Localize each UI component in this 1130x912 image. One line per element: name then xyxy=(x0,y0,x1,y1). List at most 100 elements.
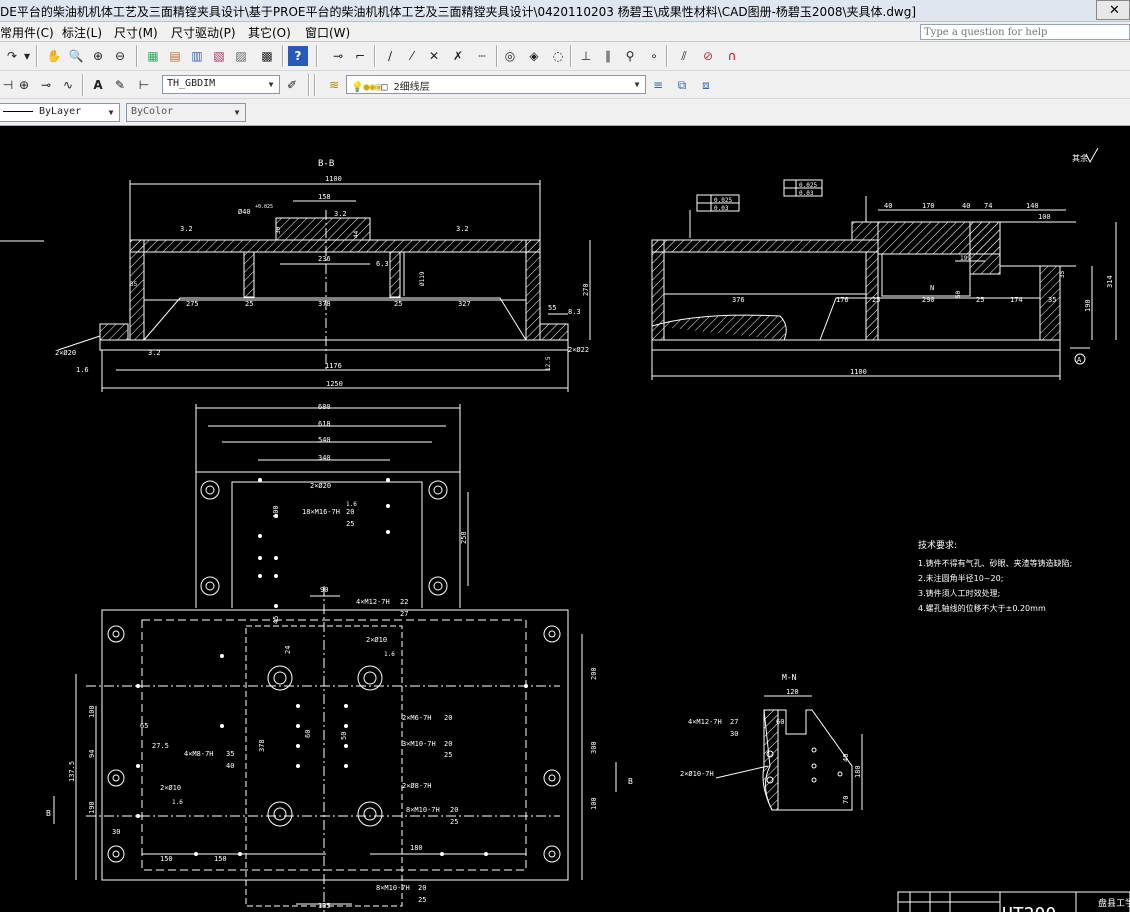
technical-requirements: 技术要求: 1.铸件不得有气孔、砂眼、夹渣等铸造缺陷; 2.未注圆角半径10~2… xyxy=(918,539,1072,613)
snap-nearest-icon[interactable]: ⫽ xyxy=(674,46,694,66)
dim-center-icon[interactable]: ⊕ xyxy=(14,75,34,95)
menu-window[interactable]: 窗口(W) xyxy=(305,24,350,41)
pan-icon[interactable]: ✋ xyxy=(44,46,64,66)
dim-100: 100 xyxy=(1038,213,1051,221)
dim-update-icon[interactable]: ⊢ xyxy=(134,75,154,95)
design-center-icon[interactable]: ▤ xyxy=(165,46,185,66)
dim-25-c-plan: 25 xyxy=(450,818,458,826)
redo-icon[interactable]: ↷ xyxy=(2,46,22,66)
snap-intersection-icon[interactable]: ∕ xyxy=(380,46,400,66)
menu-other[interactable]: 其它(O) xyxy=(248,24,291,41)
osnap-settings-icon[interactable]: ∩ xyxy=(722,46,742,66)
dim-25-c: 25 xyxy=(872,296,880,304)
snap-insert-icon[interactable]: ⚲ xyxy=(620,46,640,66)
snap-cross-icon[interactable]: ✕ xyxy=(424,46,444,66)
snap-apparent-icon[interactable]: ⁄ xyxy=(402,46,422,66)
dim-2x20: 2×Ø20 xyxy=(55,349,76,357)
dim-1250: 1250 xyxy=(326,380,343,388)
layer-states-icon[interactable]: ⧈ xyxy=(696,75,716,95)
dim-275: 275 xyxy=(186,300,199,308)
dim-40-b: 40 xyxy=(962,202,970,210)
snap-extension-icon[interactable]: ✗ xyxy=(448,46,468,66)
layer-make-current-icon[interactable]: ⧉ xyxy=(672,75,692,95)
snap-quadrant-icon[interactable]: ◈ xyxy=(524,46,544,66)
properties-icon[interactable]: ▦ xyxy=(143,46,163,66)
dimstyle-select[interactable]: TH_GBDIM ▼ xyxy=(162,75,280,94)
linetype-select[interactable]: ByLayer ▼ xyxy=(0,103,120,122)
markup-icon[interactable]: ▨ xyxy=(231,46,251,66)
dim-4m12: 4×M12-7H xyxy=(356,598,390,606)
tolerance-0-03-a: 0.03 xyxy=(714,205,729,212)
menu-dimension-driven[interactable]: 尺寸驱动(P) xyxy=(171,24,236,41)
dim-20-plan: 20 xyxy=(346,508,354,516)
zoom-window-icon[interactable]: ⊕ xyxy=(88,46,108,66)
snap-perpendicular-icon[interactable]: ⊥ xyxy=(576,46,596,66)
layer-previous-icon[interactable]: ≡ xyxy=(648,75,668,95)
section-label-mn: M-N xyxy=(782,673,797,682)
dim-edit-text-icon[interactable]: A xyxy=(88,75,108,95)
snap-center-icon[interactable]: ◎ xyxy=(500,46,520,66)
snap-node-icon[interactable]: ∘ xyxy=(644,46,664,66)
snap-dash-icon[interactable]: ┄ xyxy=(472,46,492,66)
dim-540: 540 xyxy=(318,436,331,444)
dim-break-icon[interactable]: ∿ xyxy=(58,75,78,95)
dim-340: 340 xyxy=(318,454,331,462)
snap-tangent-icon[interactable]: ◌ xyxy=(548,46,568,66)
dim-180-mn: 180 xyxy=(854,765,862,778)
dim-40-mn: 40 xyxy=(842,754,850,762)
dim-2x10-mn: 2×Ø10-7H xyxy=(680,770,714,778)
dim-25-d: 25 xyxy=(976,296,984,304)
tech-req-heading: 技术要求: xyxy=(918,539,957,551)
dim-45: 45 xyxy=(272,616,280,624)
help-icon[interactable]: ? xyxy=(288,46,308,66)
dimstyle-manager-icon[interactable]: ✐ xyxy=(282,75,302,95)
layer-manager-icon[interactable]: ≋ xyxy=(324,75,344,95)
dim-300: 300 xyxy=(590,741,598,754)
dim-30: 30 xyxy=(275,226,282,234)
tool-palette-icon[interactable]: ▥ xyxy=(187,46,207,66)
dim-27: 27 xyxy=(400,610,408,618)
dim-174: 174 xyxy=(1010,296,1023,304)
dim-20-b: 20 xyxy=(444,714,452,722)
close-button[interactable]: ✕ xyxy=(1096,0,1130,20)
dim-8m10-b: 8×M10-7H xyxy=(376,884,410,892)
roughness-3-2-a: 3.2 xyxy=(180,225,193,233)
dim-327: 327 xyxy=(458,300,471,308)
dim-4m8: 4×M8-7H xyxy=(184,750,214,758)
snap-none-icon[interactable]: ⊘ xyxy=(698,46,718,66)
dim-100-plan: 100 xyxy=(590,797,598,810)
dim-376: 376 xyxy=(732,296,745,304)
dim-35: 35 xyxy=(1059,270,1066,278)
snap-parallel-icon[interactable]: ∥ xyxy=(598,46,618,66)
properties-toolbar: ByLayer ▼ ByColor ▼ xyxy=(0,99,1130,126)
zoom-realtime-icon[interactable]: 🔍 xyxy=(66,46,86,66)
dim-378: 378 xyxy=(318,300,331,308)
menu-annotate[interactable]: 标注(L) xyxy=(62,24,102,41)
roughness-3-2-c: 3.2 xyxy=(456,225,469,233)
snap-endpoint-icon[interactable]: ⊸ xyxy=(328,46,348,66)
menu-dimension[interactable]: 尺寸(M) xyxy=(114,24,158,41)
drawing-canvas[interactable]: B-B 1100 158 Ø40 +0.025 3.2 3.2 3.2 236 … xyxy=(0,126,1130,912)
dim-74: 74 xyxy=(984,202,992,210)
zoom-previous-icon[interactable]: ⊖ xyxy=(110,46,130,66)
dim-150-b: 150 xyxy=(214,855,227,863)
dim-40-a: 40 xyxy=(884,202,892,210)
dim-tedit-icon[interactable]: ✎ xyxy=(110,75,130,95)
layer-select[interactable]: 💡●◉▣□ 2细线层 ▼ xyxy=(346,75,646,94)
help-search-input[interactable] xyxy=(920,24,1130,40)
sheet-set-icon[interactable]: ▧ xyxy=(209,46,229,66)
menu-common-parts[interactable]: 常用件(C) xyxy=(0,24,54,41)
snap-midpoint-icon[interactable]: ⌐ xyxy=(350,46,370,66)
chevron-down-icon: ▼ xyxy=(268,80,274,89)
calculator-icon[interactable]: ▩ xyxy=(257,46,277,66)
plotstyle-select[interactable]: ByColor ▼ xyxy=(126,103,246,122)
dim-2x10-plan: 2×Ø10 xyxy=(366,636,387,644)
section-marker-b-left: B xyxy=(46,809,51,818)
dim-190: 190 xyxy=(1084,299,1092,312)
side-section-view: 0.025 0.03 0.025 0.03 40 170 40 74 140 1… xyxy=(651,147,1117,380)
chevron-down-icon[interactable]: ▾ xyxy=(22,46,32,66)
dim-35: 35 xyxy=(130,281,138,288)
dim-jog-icon[interactable]: ⊸ xyxy=(36,75,56,95)
dim-290: 290 xyxy=(922,296,935,304)
dim-27-mn: 27 xyxy=(730,718,738,726)
